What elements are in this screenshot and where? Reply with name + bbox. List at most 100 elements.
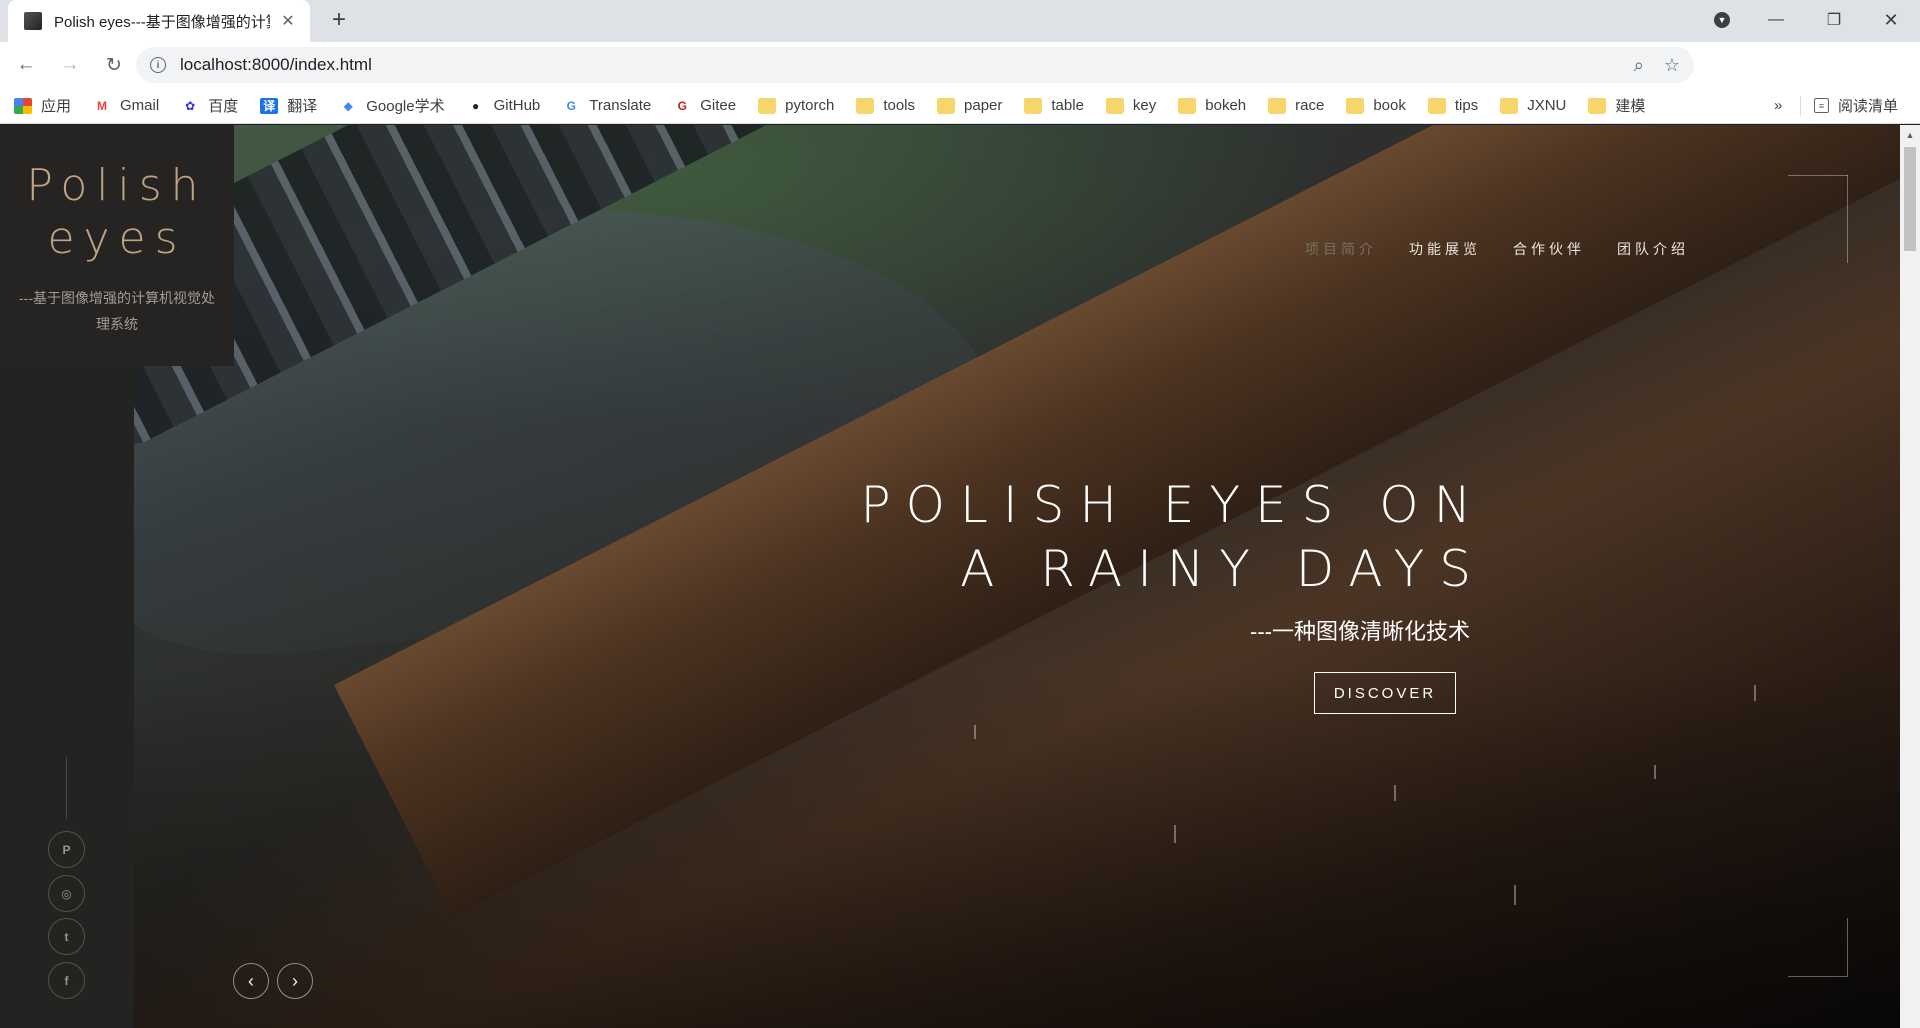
- minimize-button[interactable]: —: [1752, 0, 1800, 40]
- tab-search-button[interactable]: ▼: [1706, 0, 1738, 40]
- bookmark-label: GitHub: [493, 97, 541, 114]
- folder-icon: [1105, 97, 1124, 114]
- bookmark-label: Gitee: [700, 97, 737, 114]
- bookmark-label: Translate: [589, 97, 652, 114]
- bookmark-folder-paper[interactable]: paper: [937, 97, 1002, 114]
- baidu-icon: ✿: [181, 97, 200, 114]
- chevron-right-icon: ›: [292, 970, 298, 991]
- bookmark-folder-pytorch[interactable]: pytorch: [758, 97, 834, 114]
- instagram-icon: ◎: [61, 886, 72, 901]
- reading-list-button[interactable]: ≡ 阅读清单: [1814, 95, 1898, 116]
- github-icon: ●: [466, 97, 485, 114]
- bookmark-folder-key[interactable]: key: [1105, 97, 1157, 114]
- prev-slide-button[interactable]: ‹: [233, 963, 269, 999]
- restore-button[interactable]: ❐: [1810, 0, 1858, 40]
- bookmark-label: table: [1051, 97, 1084, 114]
- bookmark-folder-jxnu[interactable]: JXNU: [1500, 97, 1566, 114]
- folder-icon: [1268, 97, 1287, 114]
- bookmark-label: key: [1132, 97, 1157, 114]
- hero-subheadline: ---一种图像清晰化技术: [1250, 619, 1470, 644]
- raindrop: [974, 725, 976, 739]
- twitter-link[interactable]: t: [48, 918, 85, 955]
- gitee-icon: G: [673, 97, 692, 114]
- bookmark-gmail[interactable]: M Gmail: [93, 97, 159, 114]
- bookmark-folder-book[interactable]: book: [1346, 97, 1406, 114]
- frame-corner-line: [1788, 175, 1848, 176]
- active-tab[interactable]: Polish eyes---基于图像增强的计算机视觉处理系统 ✕: [8, 0, 310, 42]
- folder-icon: [1024, 97, 1043, 114]
- forward-button[interactable]: →: [52, 47, 88, 83]
- bookmark-label: race: [1295, 97, 1325, 114]
- bookmark-label: pytorch: [785, 97, 835, 114]
- reload-button[interactable]: ↻: [96, 47, 132, 83]
- logo-line-1: Polish: [26, 160, 208, 211]
- bookmark-label: 百度: [208, 98, 239, 115]
- new-tab-button[interactable]: +: [326, 8, 352, 32]
- frame-corner-line: [1847, 918, 1848, 976]
- bookmark-folder-bokeh[interactable]: bokeh: [1178, 97, 1246, 114]
- nav-item-1[interactable]: 项目简介: [1305, 239, 1377, 259]
- back-button[interactable]: ←: [8, 47, 44, 83]
- address-bar[interactable]: i localhost:8000/index.html ⌕ ☆: [136, 47, 1694, 83]
- reading-list-label: 阅读清单: [1838, 98, 1899, 115]
- bookmark-folder-race[interactable]: race: [1268, 97, 1324, 114]
- frame-corner-line: [1788, 976, 1848, 977]
- tab-title: Polish eyes---基于图像增强的计算机视觉处理系统: [54, 13, 270, 31]
- bookmark-folder-table[interactable]: table: [1024, 97, 1084, 114]
- zoom-icon[interactable]: ⌕: [1634, 55, 1644, 76]
- tab-close-icon[interactable]: ✕: [278, 11, 298, 31]
- logo-line-2: eyes: [47, 213, 187, 264]
- url-text[interactable]: localhost:8000/index.html: [180, 55, 1614, 75]
- chevron-left-icon: ‹: [248, 970, 254, 991]
- bookmark-folder-建模[interactable]: 建模: [1588, 95, 1645, 116]
- bookmark-google学术[interactable]: ◆ Google学术: [339, 95, 445, 116]
- folder-icon: [758, 97, 777, 114]
- bookmark-应用[interactable]: 应用: [14, 95, 71, 116]
- tab-search-icon: ▼: [1714, 12, 1730, 28]
- apps-grid-icon: [14, 97, 32, 114]
- folder-icon: [856, 97, 875, 114]
- bookmark-label: 翻译: [287, 98, 318, 115]
- hero-headline-line-1: POLISH EYES ON: [860, 476, 1486, 534]
- bookmark-label: tools: [883, 97, 916, 114]
- bookmark-翻译[interactable]: 译翻译: [260, 95, 317, 116]
- bookmark-label: JXNU: [1527, 97, 1567, 114]
- bookmark-label: 建模: [1615, 98, 1646, 115]
- bookmark-gitee[interactable]: G Gitee: [673, 97, 736, 114]
- discover-button[interactable]: DISCOVER: [1314, 672, 1456, 714]
- google-scholar-icon: ◆: [339, 97, 358, 114]
- nav-item-4[interactable]: 团队介绍: [1617, 239, 1689, 259]
- scroll-thumb[interactable]: [1904, 147, 1916, 251]
- brand-block[interactable]: Polish eyes ---基于图像增强的计算机视觉处理系统: [0, 125, 234, 366]
- translate-icon: 译: [260, 97, 279, 114]
- google-translate-icon: G: [562, 97, 581, 114]
- main-nav: 项目简介 功能展览 合作伙伴 团队介绍: [1305, 239, 1721, 259]
- facebook-icon: f: [64, 973, 69, 988]
- bookmark-百度[interactable]: ✿ 百度: [181, 95, 238, 116]
- close-window-button[interactable]: ✕: [1866, 0, 1916, 40]
- nav-item-2[interactable]: 功能展览: [1409, 239, 1481, 259]
- raindrop: [1394, 785, 1396, 801]
- raindrop: [1514, 885, 1516, 905]
- site-info-icon[interactable]: i: [150, 57, 166, 73]
- folder-icon: [1427, 97, 1446, 114]
- raindrop: [1654, 765, 1656, 779]
- bookmark-label: bokeh: [1205, 97, 1247, 114]
- scroll-up-icon[interactable]: ▲: [1900, 127, 1920, 143]
- bookmark-label: tips: [1454, 97, 1479, 114]
- facebook-link[interactable]: f: [48, 962, 85, 999]
- folder-icon: [1500, 97, 1519, 114]
- bookmark-translate[interactable]: G Translate: [562, 97, 651, 114]
- twitter-icon: t: [64, 929, 69, 944]
- page-scrollbar[interactable]: ▲: [1900, 125, 1920, 1028]
- next-slide-button[interactable]: ›: [277, 963, 313, 999]
- pinterest-link[interactable]: P: [48, 831, 85, 868]
- raindrop: [1174, 825, 1176, 843]
- bookmark-folder-tools[interactable]: tools: [856, 97, 915, 114]
- instagram-link[interactable]: ◎: [48, 875, 85, 912]
- bookmark-github[interactable]: ● GitHub: [466, 97, 541, 114]
- bookmark-folder-tips[interactable]: tips: [1427, 97, 1479, 114]
- more-bookmarks-button[interactable]: »: [1774, 97, 1782, 114]
- nav-item-3[interactable]: 合作伙伴: [1513, 239, 1585, 259]
- bookmark-star-icon[interactable]: ☆: [1664, 55, 1680, 76]
